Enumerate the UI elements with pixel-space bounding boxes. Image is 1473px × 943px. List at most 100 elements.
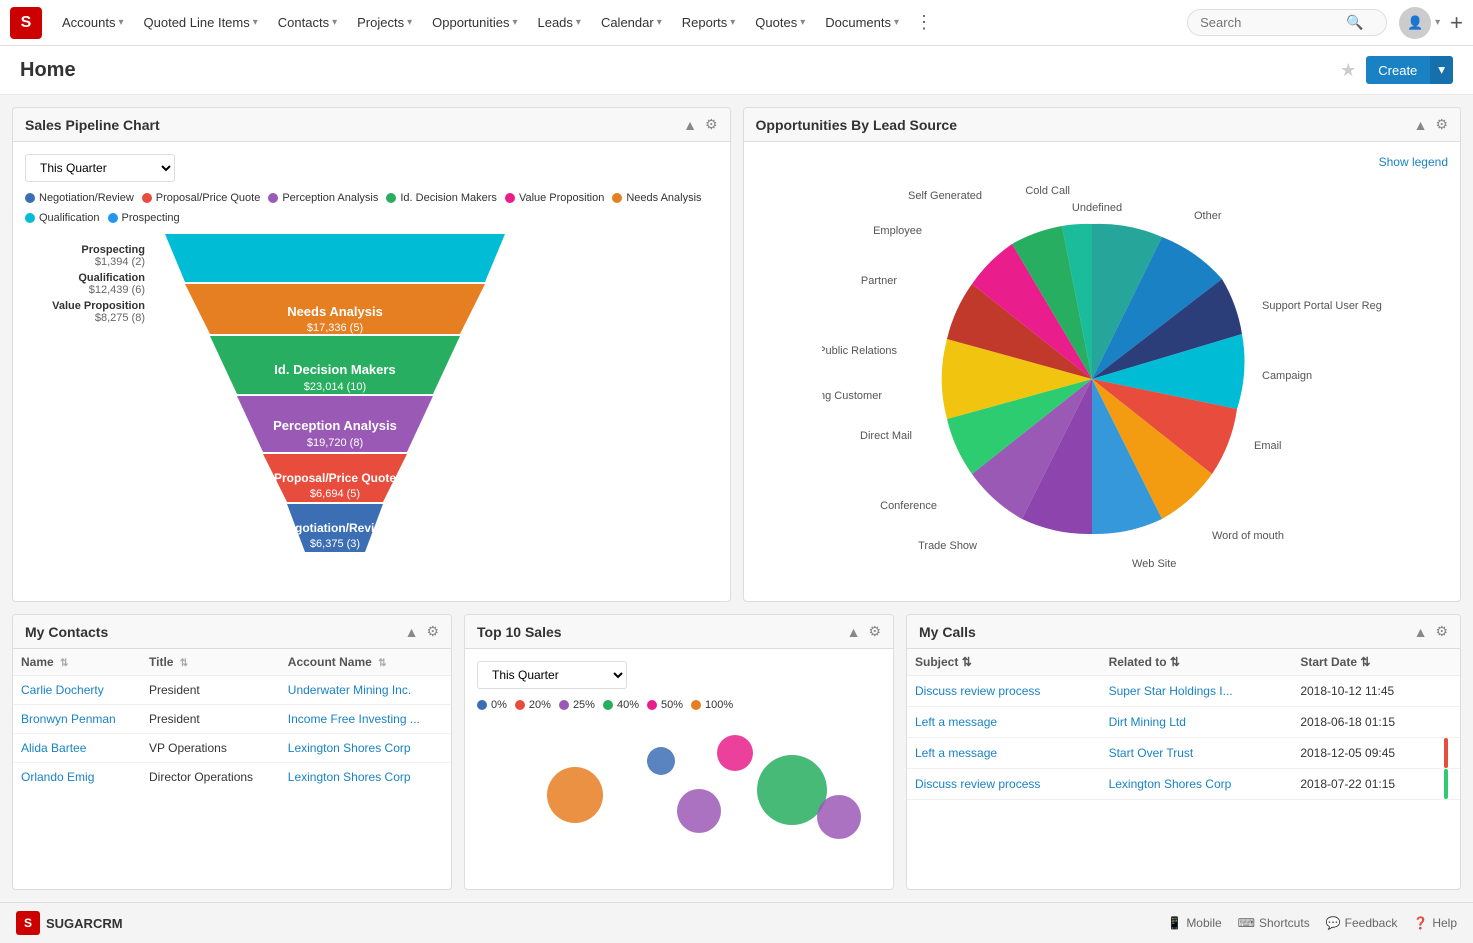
search-bar[interactable]: 🔍 <box>1187 9 1387 36</box>
create-dropdown-button[interactable]: ▾ <box>1429 56 1453 84</box>
search-input[interactable] <box>1200 15 1340 30</box>
nav-item-accounts[interactable]: Accounts ▾ <box>54 11 132 34</box>
contacts-settings-icon[interactable]: ⚙ <box>426 623 439 640</box>
opportunities-panel: Opportunities By Lead Source ▲ ⚙ Show le… <box>743 107 1462 602</box>
calls-col-related[interactable]: Related to ⇅ <box>1101 649 1293 676</box>
funnel-label-qualification: Qualification $12,439 (6) <box>25 272 145 296</box>
contact-account-link[interactable]: Income Free Investing ... <box>288 712 420 726</box>
top-sales-settings-icon[interactable]: ⚙ <box>868 623 881 640</box>
svg-text:$6,375 (3): $6,375 (3) <box>310 538 360 550</box>
table-row: Bronwyn Penman President Income Free Inv… <box>13 705 451 734</box>
calls-panel-title: My Calls <box>919 624 976 640</box>
nav-item-reports[interactable]: Reports ▾ <box>674 11 744 34</box>
nav-item-documents[interactable]: Documents ▾ <box>817 11 907 34</box>
contacts-collapse-icon[interactable]: ▲ <box>405 624 419 640</box>
bottom-panel-row: My Contacts ▲ ⚙ Name ⇅ Title ⇅ Account N… <box>12 614 1461 890</box>
svg-text:Partner: Partner <box>861 275 897 287</box>
legend-dot-needs <box>612 193 622 203</box>
bubble-legend-20: 20% <box>515 699 551 711</box>
bubble-legend-0: 0% <box>477 699 507 711</box>
help-icon: ❓ <box>1413 916 1428 930</box>
legend-decision: Id. Decision Makers <box>386 192 497 204</box>
funnel-svg: Needs Analysis $17,336 (5) Id. Decision … <box>155 234 515 574</box>
contact-account-link[interactable]: Lexington Shores Corp <box>288 770 411 784</box>
nav-more-icon[interactable]: ⋮ <box>915 12 933 33</box>
nav-logo[interactable]: S <box>10 7 42 39</box>
mobile-icon: 📱 <box>1167 916 1182 930</box>
legend-dot-qualification <box>25 213 35 223</box>
quarter-select[interactable]: This Quarter <box>25 154 175 182</box>
top-sales-collapse-icon[interactable]: ▲ <box>847 624 861 640</box>
call-related-link[interactable]: Dirt Mining Ltd <box>1109 715 1186 729</box>
call-subject-link[interactable]: Left a message <box>915 715 997 729</box>
contact-name-link[interactable]: Orlando Emig <box>21 770 94 784</box>
contacts-col-title[interactable]: Title ⇅ <box>141 649 280 676</box>
footer-mobile-link[interactable]: 📱 Mobile <box>1167 916 1221 930</box>
user-avatar[interactable]: 👤 <box>1399 7 1431 39</box>
contacts-col-account[interactable]: Account Name ⇅ <box>280 649 451 676</box>
bubble-legend-40: 40% <box>603 699 639 711</box>
calls-settings-icon[interactable]: ⚙ <box>1435 623 1448 640</box>
nav-plus-icon[interactable]: + <box>1450 10 1463 36</box>
legend-needs: Needs Analysis <box>612 192 701 204</box>
contact-name-link[interactable]: Bronwyn Penman <box>21 712 116 726</box>
funnel-svg-container: Needs Analysis $17,336 (5) Id. Decision … <box>155 234 718 577</box>
show-legend-link[interactable]: Show legend <box>1379 155 1448 169</box>
contacts-col-name[interactable]: Name ⇅ <box>13 649 141 676</box>
nav-item-leads[interactable]: Leads ▾ <box>529 11 588 34</box>
pie-chart-svg: Undefined Other Cold Call Support Portal… <box>822 179 1382 579</box>
nav-item-projects[interactable]: Projects ▾ <box>349 11 420 34</box>
contact-name-link[interactable]: Carlie Docherty <box>21 683 104 697</box>
svg-text:Existing Customer: Existing Customer <box>822 390 882 402</box>
opportunities-collapse-icon[interactable]: ▲ <box>1414 117 1428 133</box>
footer-help-link[interactable]: ❓ Help <box>1413 916 1457 930</box>
create-button[interactable]: Create <box>1366 56 1429 84</box>
opportunities-settings-icon[interactable]: ⚙ <box>1435 116 1448 133</box>
quoted-line-items-chevron-icon: ▾ <box>253 17 258 28</box>
footer-logo: S SUGARCRM <box>16 911 123 935</box>
call-subject-link[interactable]: Discuss review process <box>915 777 1040 791</box>
page-header: Home ★ Create ▾ <box>0 46 1473 95</box>
contact-account-link[interactable]: Lexington Shores Corp <box>288 741 411 755</box>
sales-pipeline-panel: Sales Pipeline Chart ▲ ⚙ This Quarter Ne… <box>12 107 731 602</box>
bubble-1 <box>547 767 603 823</box>
bubble-5 <box>677 789 721 833</box>
settings-icon[interactable]: ⚙ <box>705 116 718 133</box>
funnel-label-value-prop: Value Proposition $8,275 (8) <box>25 300 145 324</box>
user-chevron-icon[interactable]: ▾ <box>1435 17 1440 28</box>
call-related-link[interactable]: Lexington Shores Corp <box>1109 777 1232 791</box>
nav-item-calendar[interactable]: Calendar ▾ <box>593 11 670 34</box>
calls-panel: My Calls ▲ ⚙ Subject ⇅ Related to ⇅ Star… <box>906 614 1461 890</box>
call-related-link[interactable]: Start Over Trust <box>1109 746 1194 760</box>
svg-text:Cold Call: Cold Call <box>1025 185 1070 197</box>
top-sales-header: Top 10 Sales ▲ ⚙ <box>465 615 893 649</box>
svg-text:Employee: Employee <box>873 225 922 237</box>
footer-feedback-link[interactable]: 💬 Feedback <box>1326 916 1398 930</box>
call-subject-link[interactable]: Left a message <box>915 746 997 760</box>
contacts-panel: My Contacts ▲ ⚙ Name ⇅ Title ⇅ Account N… <box>12 614 452 890</box>
favorite-star-icon[interactable]: ★ <box>1340 60 1356 81</box>
sales-pipeline-title: Sales Pipeline Chart <box>25 117 160 133</box>
nav-item-quoted-line-items[interactable]: Quoted Line Items ▾ <box>136 11 266 34</box>
contact-account-link[interactable]: Underwater Mining Inc. <box>288 683 411 697</box>
bubble-6 <box>817 795 861 839</box>
collapse-icon[interactable]: ▲ <box>683 117 697 133</box>
pie-chart-container: Undefined Other Cold Call Support Portal… <box>756 169 1449 589</box>
legend-dot-prospecting <box>108 213 118 223</box>
nav-item-opportunities[interactable]: Opportunities ▾ <box>424 11 525 34</box>
nav-item-contacts[interactable]: Contacts ▾ <box>270 11 345 34</box>
calls-col-subject[interactable]: Subject ⇅ <box>907 649 1101 676</box>
call-subject-link[interactable]: Discuss review process <box>915 684 1040 698</box>
calls-collapse-icon[interactable]: ▲ <box>1414 624 1428 640</box>
calls-table: Subject ⇅ Related to ⇅ Start Date ⇅ Disc… <box>907 649 1460 800</box>
top-panel-row: Sales Pipeline Chart ▲ ⚙ This Quarter Ne… <box>12 107 1461 602</box>
call-related-link[interactable]: Super Star Holdings I... <box>1109 684 1233 698</box>
nav-item-quotes[interactable]: Quotes ▾ <box>747 11 813 34</box>
page-header-actions: ★ Create ▾ <box>1340 56 1453 84</box>
projects-chevron-icon: ▾ <box>407 17 412 28</box>
calls-col-date[interactable]: Start Date ⇅ <box>1292 649 1444 676</box>
top-sales-quarter-select[interactable]: This Quarter <box>477 661 627 689</box>
opportunities-body: Show legend <box>744 142 1461 601</box>
contact-name-link[interactable]: Alida Bartee <box>21 741 86 755</box>
footer-shortcuts-link[interactable]: ⌨ Shortcuts <box>1238 916 1310 930</box>
